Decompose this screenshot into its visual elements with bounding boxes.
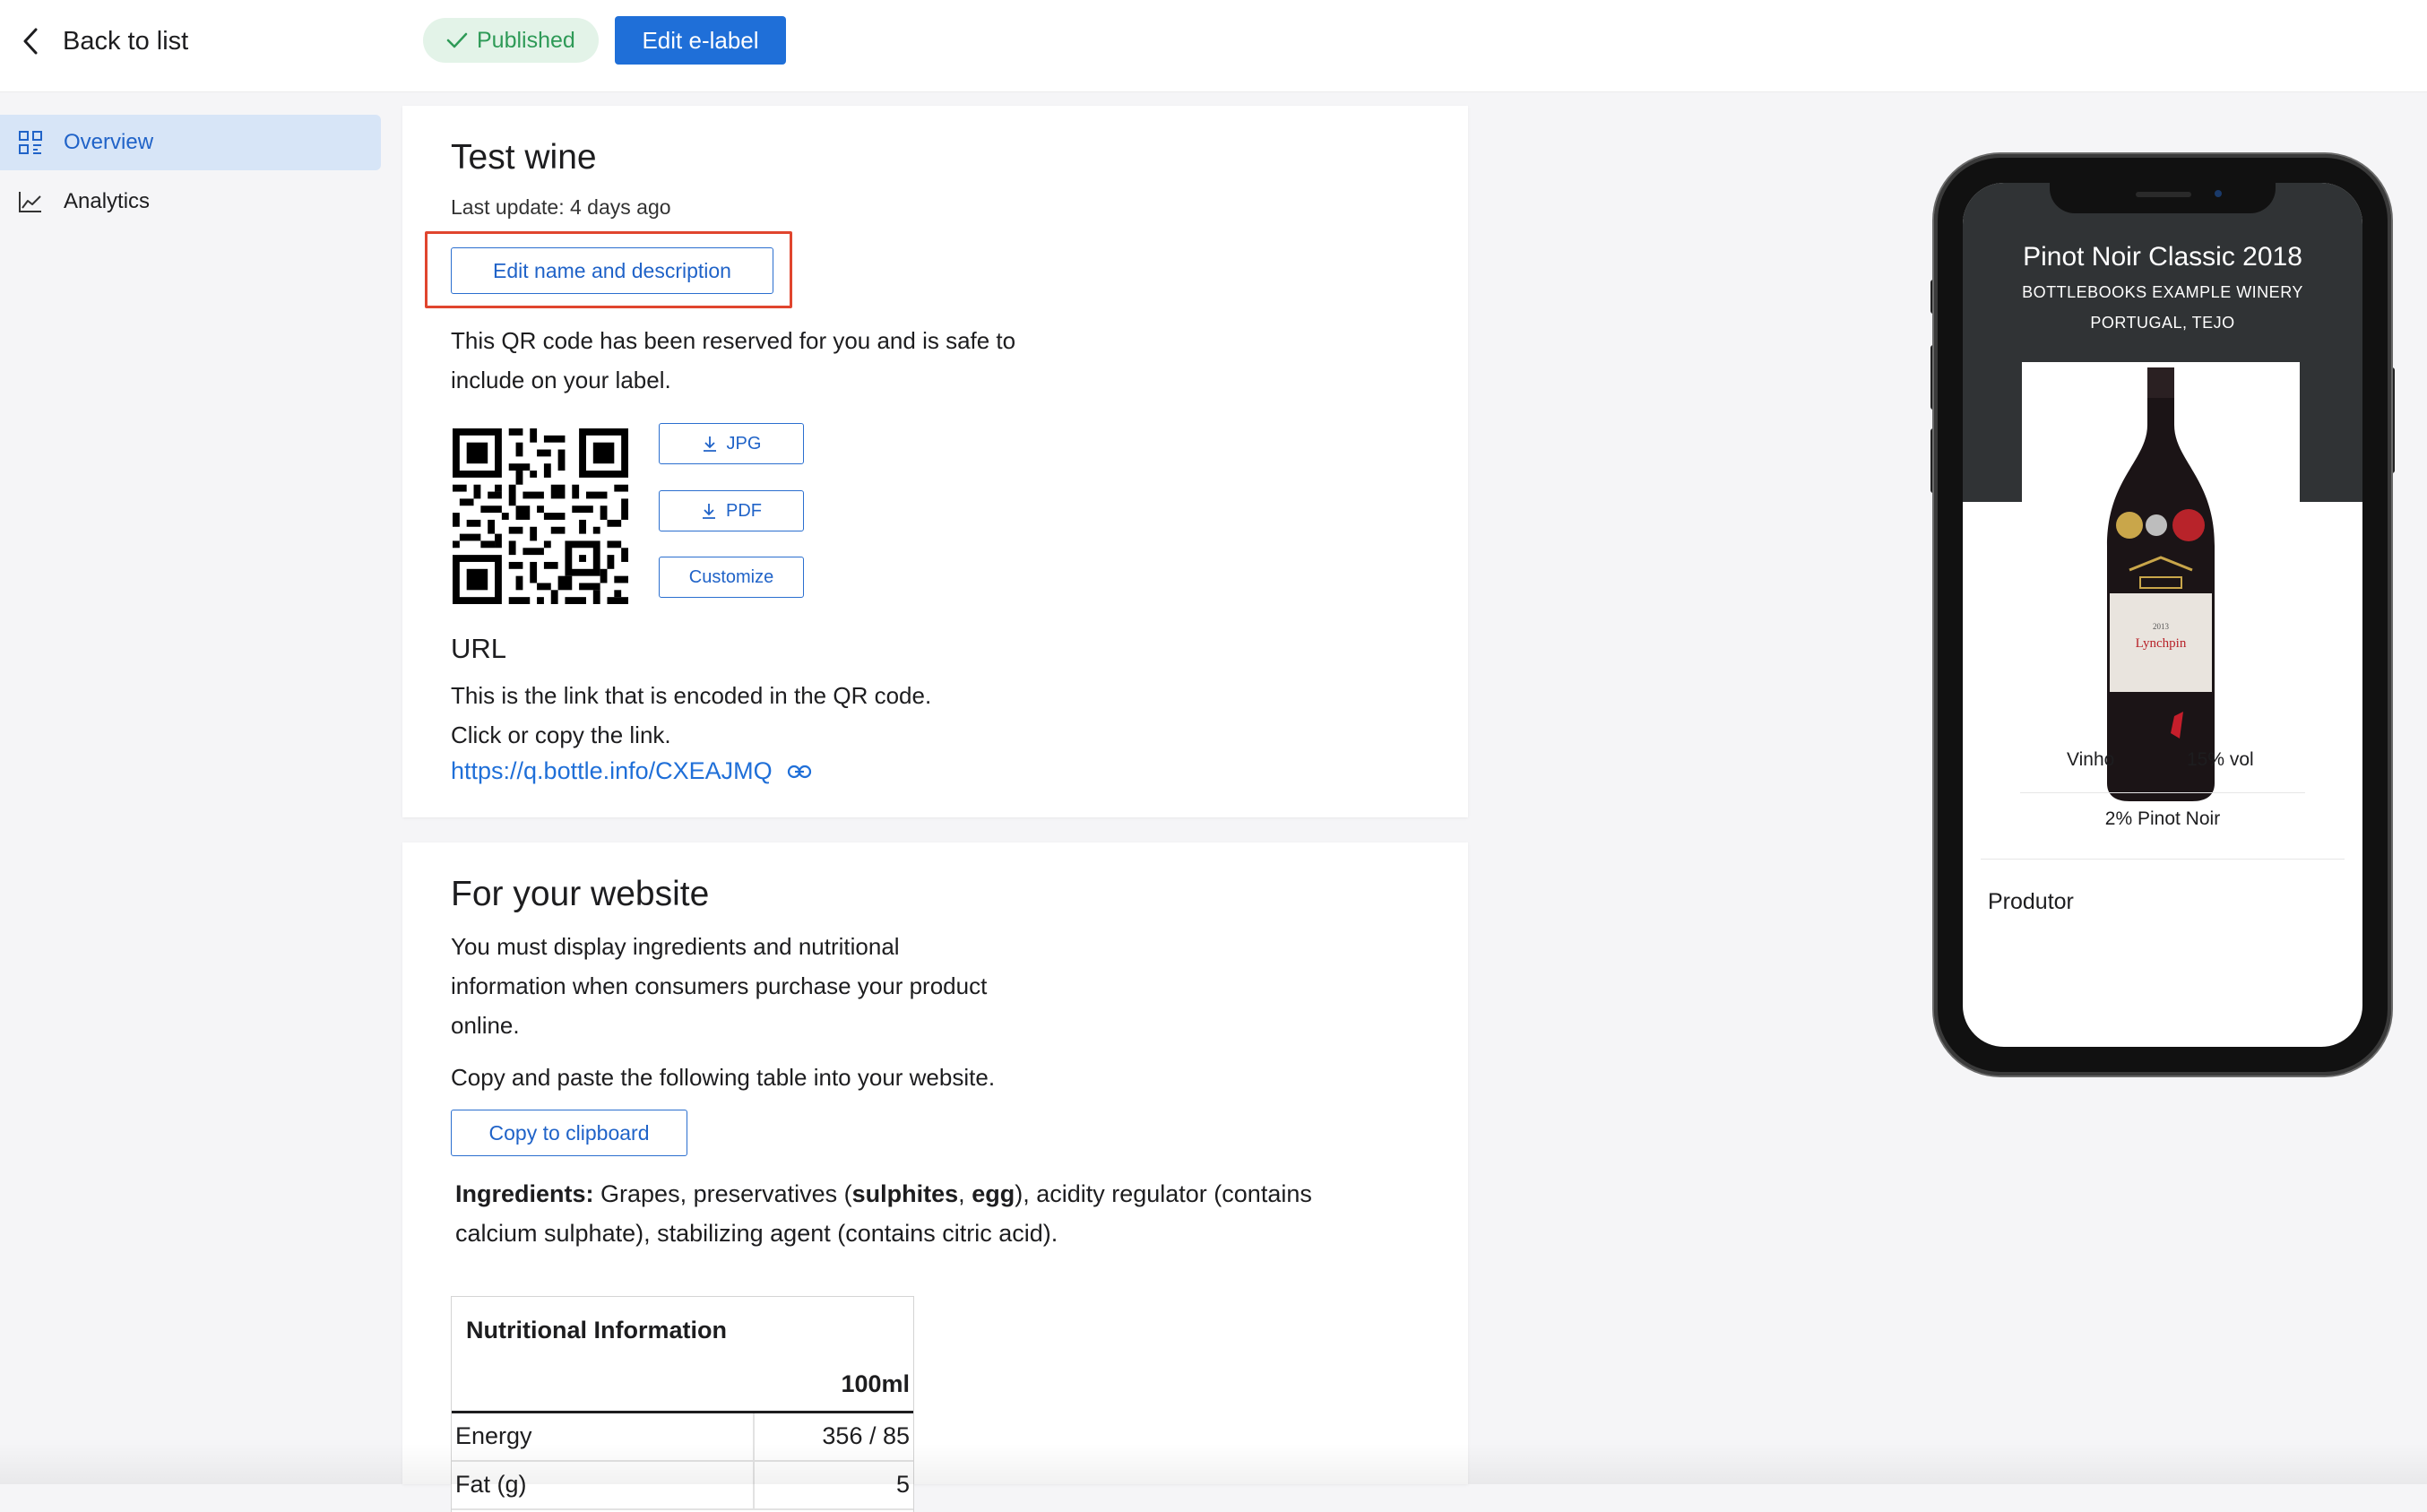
sidebar-item-overview-label: Overview [64,130,154,154]
bottle-image-container: 2013 Lynchpin [2022,362,2300,810]
qr-description-line2: include on your label. [451,367,671,393]
download-pdf-button[interactable]: PDF [659,490,804,531]
last-update: Last update: 4 days ago [451,195,671,219]
download-jpg-label: JPG [726,433,762,454]
nutrition-table-title: Nutritional Information [466,1317,727,1344]
phone-preview-screen: Pinot Noir Classic 2018 BOTTLEBOOKS EXAM… [1963,183,2362,1047]
line-chart-icon [19,192,41,212]
bottle-label-year: 2013 [2153,622,2170,631]
phone-winery: BOTTLEBOOKS EXAMPLE WINERY [2022,283,2303,301]
phone-region: PORTUGAL, TEJO [2090,314,2235,332]
wine-bottle-image: 2013 Lynchpin [2107,367,2215,801]
copy-to-clipboard-button[interactable]: Copy to clipboard [451,1110,687,1156]
url-description-line1: This is the link that is encoded in the … [451,682,932,709]
website-heading: For your website [451,875,710,913]
ingredients-text: Grapes, preservatives ( [600,1180,852,1207]
phone-section-produtor: Produtor [1988,889,2074,914]
phone-abv: 15% vol [2187,749,2254,770]
edit-elabel-button[interactable]: Edit e-label [615,16,786,65]
link-icon[interactable] [787,764,812,780]
phone-grape: 2% Pinot Noir [2104,808,2221,829]
sidebar-item-analytics-label: Analytics [64,189,151,213]
grid-icon [19,131,42,154]
phone-wine-title: Pinot Noir Classic 2018 [2023,242,2302,272]
phone-speaker [2136,192,2191,197]
website-text-line3: online. [451,1012,520,1039]
ingredients-label: Ingredients: [455,1180,594,1207]
top-bar: Back to list Published Edit e-label [0,0,2427,92]
download-icon [703,504,715,519]
ingredients-line1: Ingredients: Grapes, preservatives (sulp… [455,1174,1312,1214]
customize-qr-button[interactable]: Customize [659,557,804,598]
website-text-line1: You must display ingredients and nutriti… [451,933,900,960]
back-to-list-label: Back to list [63,26,189,56]
phone-divider [2020,792,2305,793]
phone-wine-type: Vinho [2067,749,2115,770]
edit-name-description-button[interactable]: Edit name and description [451,247,773,294]
website-text-line2: information when consumers purchase your… [451,972,988,999]
product-url-link[interactable]: https://q.bottle.info/CXEAJMQ [451,757,773,785]
download-icon [703,436,716,452]
product-overview-card: Test wine Last update: 4 days ago Edit n… [402,106,1468,817]
sidebar-item-analytics[interactable]: Analytics [0,174,381,229]
status-badge-label: Published [477,27,575,53]
bottle-label-name: Lynchpin [2136,636,2187,651]
phone-camera [2215,190,2222,197]
url-heading: URL [451,633,507,664]
qr-description-line1: This QR code has been reserved for you a… [451,327,1016,354]
checkmark-icon [446,32,468,48]
allergen-egg: egg [972,1180,1015,1207]
product-name: Test wine [451,138,597,177]
allergen-sulphites: sulphites [851,1180,959,1207]
phone-notch [2050,179,2276,213]
url-description-line2: Click or copy the link. [451,721,671,748]
ingredients-line2: calcium sulphate), stabilizing agent (co… [455,1220,1058,1247]
download-jpg-button[interactable]: JPG [659,423,804,464]
copy-instructions: Copy and paste the following table into … [451,1064,996,1091]
chevron-left-icon [23,28,38,55]
ingredients-text: , [958,1180,972,1207]
qr-code [453,428,628,604]
website-card: For your website You must display ingred… [402,842,1468,1512]
ingredients-text: ), acidity regulator (contains [1015,1180,1312,1207]
back-to-list-link[interactable]: Back to list [22,22,188,61]
sidebar-item-overview[interactable]: Overview [0,115,381,170]
url-row: https://q.bottle.info/CXEAJMQ [451,757,812,785]
phone-divider [1981,859,2345,860]
download-pdf-label: PDF [726,500,762,521]
nutrition-column-header: 100ml [841,1370,910,1397]
bottom-fade [0,1443,2427,1484]
status-badge: Published [423,18,599,63]
